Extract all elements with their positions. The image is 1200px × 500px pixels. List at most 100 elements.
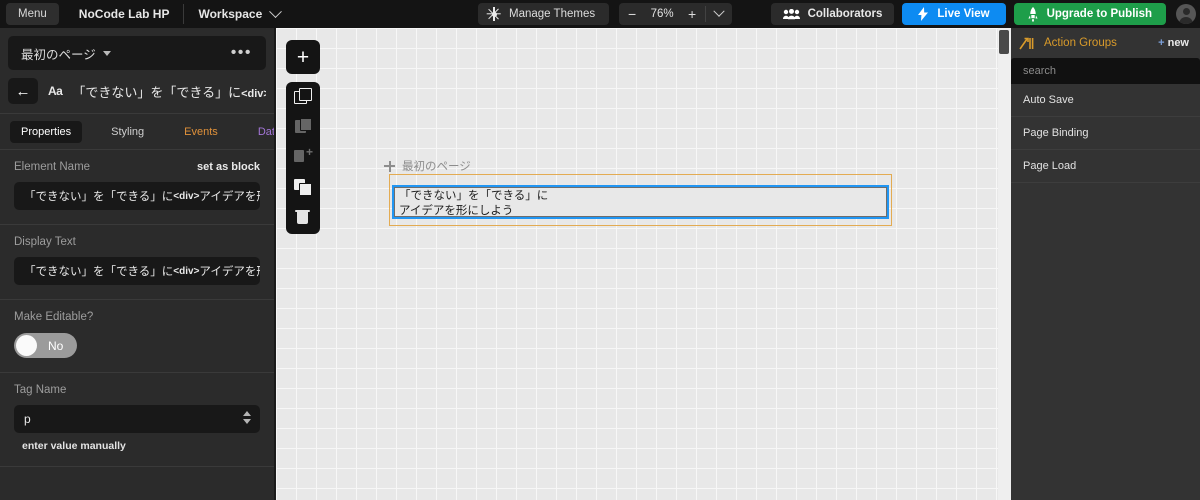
zoom-in-button[interactable]: + <box>679 3 705 25</box>
new-action-group-label: new <box>1167 37 1189 49</box>
top-bar: Menu NoCode Lab HP Workspace Manage Them… <box>0 0 1200 28</box>
element-name-value: 「できない」を「できる」に <box>24 191 174 203</box>
page-selector-name: 最初のページ <box>21 47 96 62</box>
field-row: Make Editable? <box>14 311 260 323</box>
zoom-out-button[interactable]: − <box>619 3 645 25</box>
workspace-label: Workspace <box>198 7 263 21</box>
page-more-options-button[interactable]: ••• <box>231 45 252 61</box>
top-bar-right: Collaborators Live View Upgrade to Publi… <box>770 3 1196 25</box>
copy-icon[interactable] <box>294 88 312 106</box>
make-editable-value: No <box>48 338 64 353</box>
stepper-arrows-icon[interactable] <box>243 411 251 424</box>
action-groups-title: Action Groups <box>1044 37 1117 49</box>
element-title: 「できない」を「できる」に<div> <box>72 82 266 101</box>
action-group-item-page-binding[interactable]: Page Binding <box>1011 117 1200 150</box>
canvas-vertical-scrollbar[interactable] <box>998 28 1011 500</box>
page-frame[interactable]: 「できない」を「できる」に アイデアを形にしよう <box>389 174 892 226</box>
paste-new-icon[interactable] <box>294 146 313 166</box>
manage-themes-label: Manage Themes <box>509 8 596 20</box>
paste-icon[interactable] <box>294 118 312 136</box>
element-title-tag: <div> <box>241 87 266 100</box>
project-name: NoCode Lab HP <box>78 7 170 21</box>
canvas-page-label: 最初のページ <box>384 158 471 174</box>
display-text-input[interactable]: 「できない」を「できる」に<div>アイデアを形にし <box>14 257 260 285</box>
zoom-level-value: 76% <box>650 8 674 20</box>
canvas-toolbar <box>286 82 320 234</box>
tab-data[interactable]: Data <box>247 121 274 143</box>
new-action-group-button[interactable]: + new <box>1158 37 1189 49</box>
action-group-item-page-load[interactable]: Page Load <box>1011 150 1200 183</box>
scrollbar-thumb[interactable] <box>999 30 1009 54</box>
menu-button-label: Menu <box>18 8 47 20</box>
lightning-icon <box>918 7 929 21</box>
brightness-icon <box>486 7 501 21</box>
collaborators-button[interactable]: Collaborators <box>770 3 895 25</box>
display-text-value: 「できない」を「できる」に <box>24 266 174 278</box>
text-line-2: アイデアを形にしよう <box>399 205 514 217</box>
tag-name-select[interactable]: p <box>14 405 260 433</box>
menu-button[interactable]: Menu <box>6 3 59 25</box>
field-row: Display Text <box>14 236 260 248</box>
tag-name-label: Tag Name <box>14 384 67 396</box>
caret-down-icon <box>102 50 111 56</box>
zoom-menu-button[interactable] <box>706 3 732 25</box>
action-group-item-auto-save[interactable]: Auto Save <box>1011 84 1200 117</box>
display-text-label: Display Text <box>14 236 76 248</box>
workspace-selector[interactable]: Workspace <box>198 4 283 21</box>
selected-text-element[interactable]: 「できない」を「できる」に アイデアを形にしよう <box>392 185 889 219</box>
field-make-editable: Make Editable? No <box>0 299 274 372</box>
left-properties-panel: 最初のページ ••• ← Aa 「できない」を「できる」に<div> Prope… <box>0 28 275 500</box>
field-block-empty <box>0 466 274 500</box>
action-groups-search[interactable] <box>1011 58 1200 84</box>
field-element-name: Element Name set as block 「できない」を「できる」に <… <box>0 149 274 224</box>
field-row: Element Name set as block <box>14 161 260 173</box>
field-row: Tag Name <box>14 384 260 396</box>
app-root: Menu NoCode Lab HP Workspace Manage Them… <box>0 0 1200 500</box>
make-editable-toggle[interactable]: No <box>14 333 77 358</box>
tag-name-select-wrap: p <box>14 405 260 433</box>
live-view-label: Live View <box>937 8 990 20</box>
action-groups-icon <box>1019 37 1034 50</box>
chevron-down-icon <box>713 5 725 17</box>
element-name-label: Element Name <box>14 161 91 173</box>
tab-styling[interactable]: Styling <box>100 121 155 143</box>
tab-properties[interactable]: Properties <box>10 121 83 143</box>
upgrade-label: Upgrade to Publish <box>1046 8 1152 20</box>
toggle-knob <box>16 335 37 356</box>
collaborators-label: Collaborators <box>807 8 883 20</box>
element-name-value-tag: <div> <box>173 190 200 202</box>
divider <box>183 4 185 24</box>
field-tag-name: Tag Name p enter value manually <box>0 372 274 466</box>
display-text-value-rest: アイデアを形にし <box>199 266 260 278</box>
top-bar-center: Manage Themes − 76% + <box>478 3 733 25</box>
duplicate-icon[interactable] <box>294 178 312 196</box>
live-view-button[interactable]: Live View <box>902 3 1006 25</box>
page-selector-name-wrap: 最初のページ <box>21 44 111 63</box>
people-icon <box>782 8 800 19</box>
user-avatar[interactable] <box>1176 4 1196 24</box>
set-as-block-button[interactable]: set as block <box>197 161 260 173</box>
make-editable-label: Make Editable? <box>14 311 94 323</box>
action-groups-title-wrap: Action Groups <box>1019 37 1117 50</box>
arrow-left-icon: ← <box>15 82 31 100</box>
move-icon[interactable] <box>384 160 395 172</box>
delete-icon[interactable] <box>294 208 312 226</box>
properties-tabbar: Properties Styling Events Data <box>0 113 274 149</box>
add-element-button[interactable]: + <box>286 40 320 74</box>
element-name-value-rest: アイデアを形にし <box>199 191 260 203</box>
canvas[interactable]: + 最初のページ 「できない」を「できる」に アイデアを形にしよう <box>276 28 1011 500</box>
zoom-control: − 76% + <box>619 3 733 25</box>
element-name-input[interactable]: 「できない」を「できる」に<div>アイデアを形にし <box>14 182 260 210</box>
back-button[interactable]: ← <box>8 78 38 104</box>
display-text-value-tag: <div> <box>173 265 200 277</box>
element-header: ← Aa 「できない」を「できる」に<div> <box>0 70 274 113</box>
action-groups-panel: Action Groups + new Auto Save Page Bindi… <box>1011 28 1200 500</box>
tab-events[interactable]: Events <box>173 121 229 143</box>
upgrade-to-publish-button[interactable]: Upgrade to Publish <box>1013 3 1166 25</box>
rocket-icon <box>1027 6 1038 21</box>
search-input[interactable] <box>1023 65 1188 77</box>
plus-icon: + <box>1158 37 1165 49</box>
action-groups-header: Action Groups + new <box>1011 28 1200 58</box>
page-selector[interactable]: 最初のページ ••• <box>8 36 266 70</box>
manage-themes-button[interactable]: Manage Themes <box>478 3 610 25</box>
